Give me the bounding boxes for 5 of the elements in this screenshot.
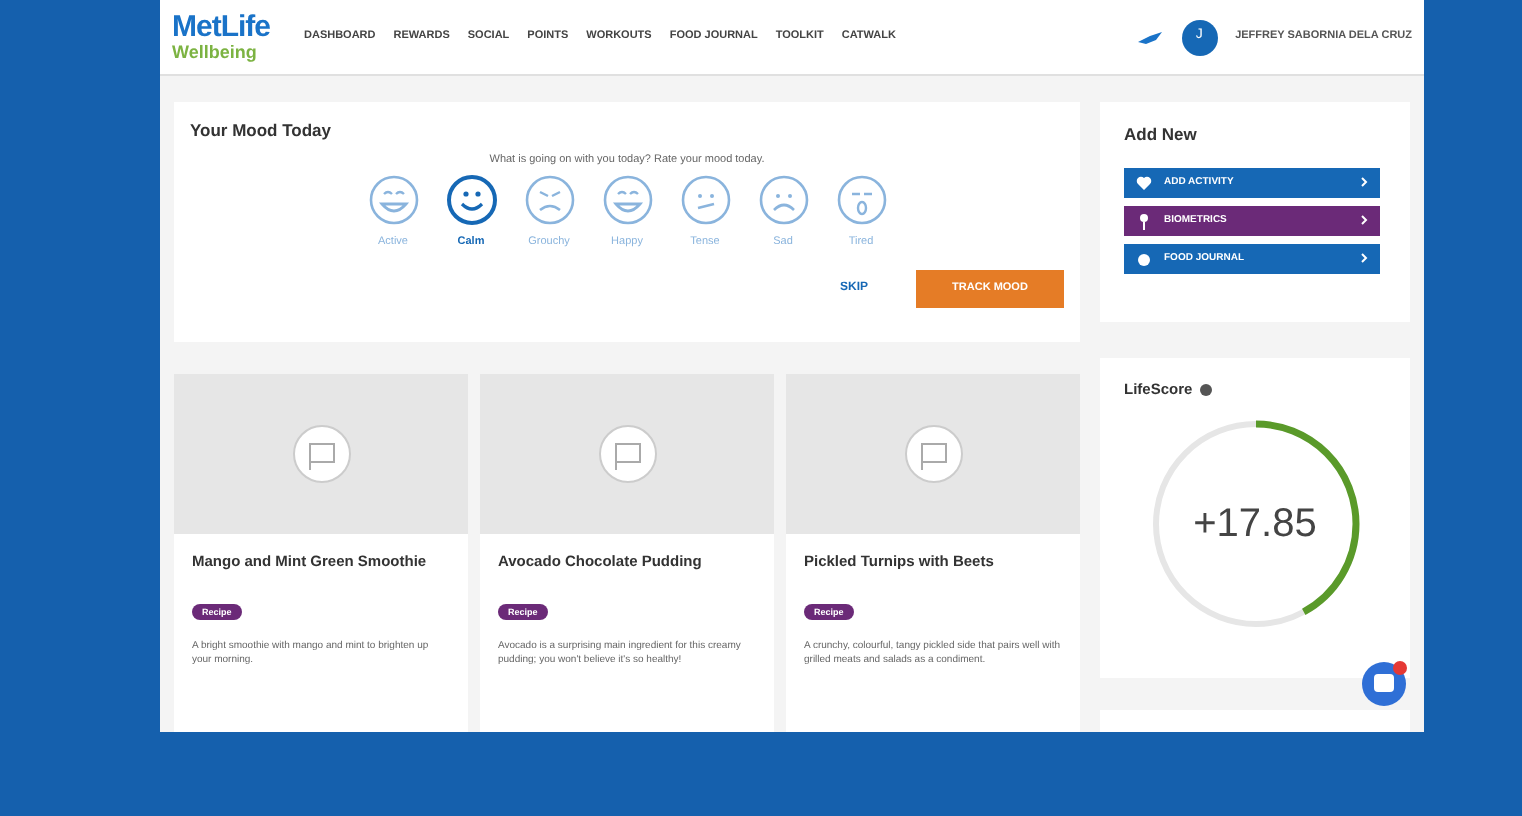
logo-text: MetLife xyxy=(172,13,270,41)
panel-title: Add New xyxy=(1124,122,1199,148)
logo-subtext: Wellbeing xyxy=(172,41,259,61)
score-value: +17.85 xyxy=(1193,500,1317,551)
panel-title: Your Mood Today xyxy=(190,118,334,144)
